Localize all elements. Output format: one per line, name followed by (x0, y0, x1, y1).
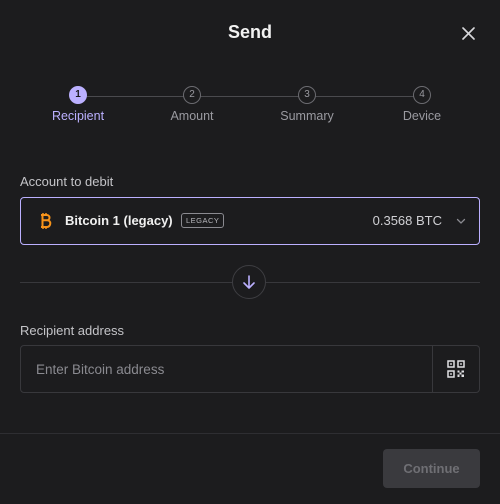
step-label: Device (402, 109, 442, 123)
close-icon (461, 26, 475, 40)
step-number: 1 (69, 86, 87, 104)
account-label: Account to debit (20, 174, 114, 189)
chevron-down-icon (456, 218, 466, 224)
step-summary: 3 Summary (252, 86, 362, 123)
qr-scan-button[interactable] (432, 346, 479, 392)
send-modal: Send 1 Recipient 2 Amount 3 Summary 4 De… (0, 0, 500, 504)
recipient-address-field (20, 345, 480, 393)
step-label: Recipient (51, 109, 105, 123)
footer-divider (0, 433, 500, 434)
step-amount: 2 Amount (137, 86, 247, 123)
step-recipient: 1 Recipient (23, 86, 133, 123)
recipient-address-input[interactable] (21, 346, 431, 392)
account-balance: 0.3568 BTC (372, 213, 442, 228)
account-name: Bitcoin 1 (legacy) (65, 213, 173, 228)
continue-button[interactable]: Continue (383, 449, 480, 488)
recipient-label: Recipient address (20, 323, 125, 338)
step-number: 2 (183, 86, 201, 104)
stepper: 1 Recipient 2 Amount 3 Summary 4 Device (0, 86, 500, 136)
qr-code-icon (447, 360, 465, 378)
step-number: 4 (413, 86, 431, 104)
step-label: Summary (280, 109, 334, 123)
arrow-down-icon (243, 275, 255, 289)
step-number: 3 (298, 86, 316, 104)
close-button[interactable] (458, 22, 478, 44)
bitcoin-icon (41, 213, 52, 229)
account-type-badge: LEGACY (181, 213, 225, 228)
modal-title: Send (227, 22, 272, 42)
swap-button[interactable] (232, 265, 266, 299)
account-select[interactable]: Bitcoin 1 (legacy) LEGACY 0.3568 BTC (20, 197, 480, 245)
step-label: Amount (170, 109, 214, 123)
step-device: 4 Device (367, 86, 477, 123)
